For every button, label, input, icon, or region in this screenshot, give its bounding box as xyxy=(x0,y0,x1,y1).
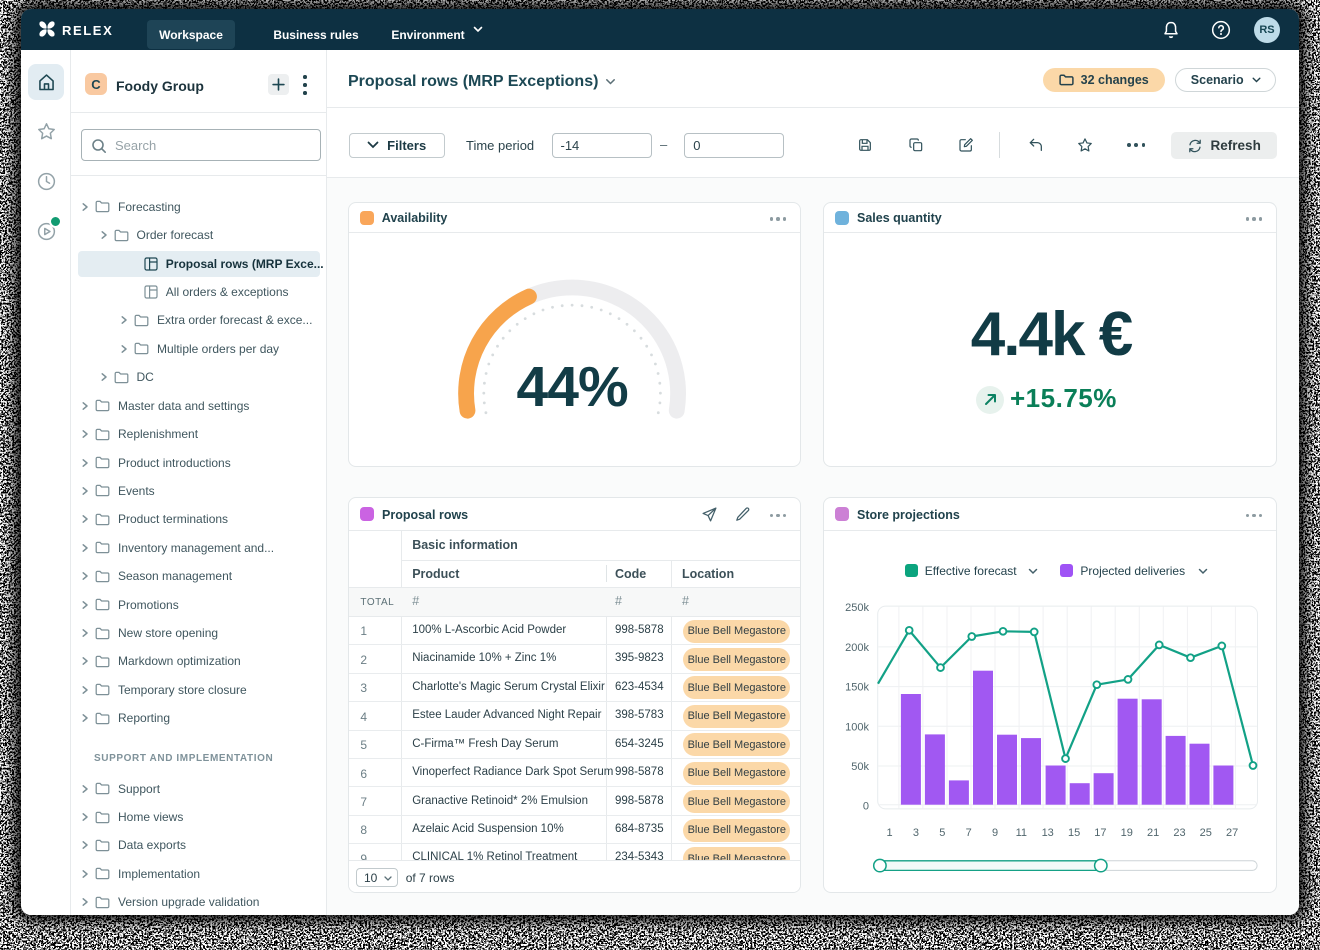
svg-text:44%: 44% xyxy=(516,355,627,419)
svg-text:19: 19 xyxy=(1121,827,1133,839)
svg-text:9: 9 xyxy=(992,827,998,839)
svg-text:3: 3 xyxy=(913,827,919,839)
svg-text:13: 13 xyxy=(1042,827,1054,839)
svg-text:5: 5 xyxy=(939,827,945,839)
svg-text:200k: 200k xyxy=(845,641,869,653)
svg-text:23: 23 xyxy=(1173,827,1185,839)
svg-text:1: 1 xyxy=(887,827,893,839)
svg-text:250k: 250k xyxy=(845,602,869,614)
svg-text:15: 15 xyxy=(1068,827,1080,839)
svg-text:50k: 50k xyxy=(851,761,869,773)
svg-text:17: 17 xyxy=(1094,827,1106,839)
svg-text:11: 11 xyxy=(1016,827,1027,839)
svg-text:150k: 150k xyxy=(845,681,869,693)
svg-text:27: 27 xyxy=(1226,827,1238,839)
svg-text:7: 7 xyxy=(966,827,972,839)
svg-text:25: 25 xyxy=(1200,827,1212,839)
svg-text:100k: 100k xyxy=(845,721,869,733)
svg-text:21: 21 xyxy=(1147,827,1159,839)
svg-text:0: 0 xyxy=(863,800,869,812)
